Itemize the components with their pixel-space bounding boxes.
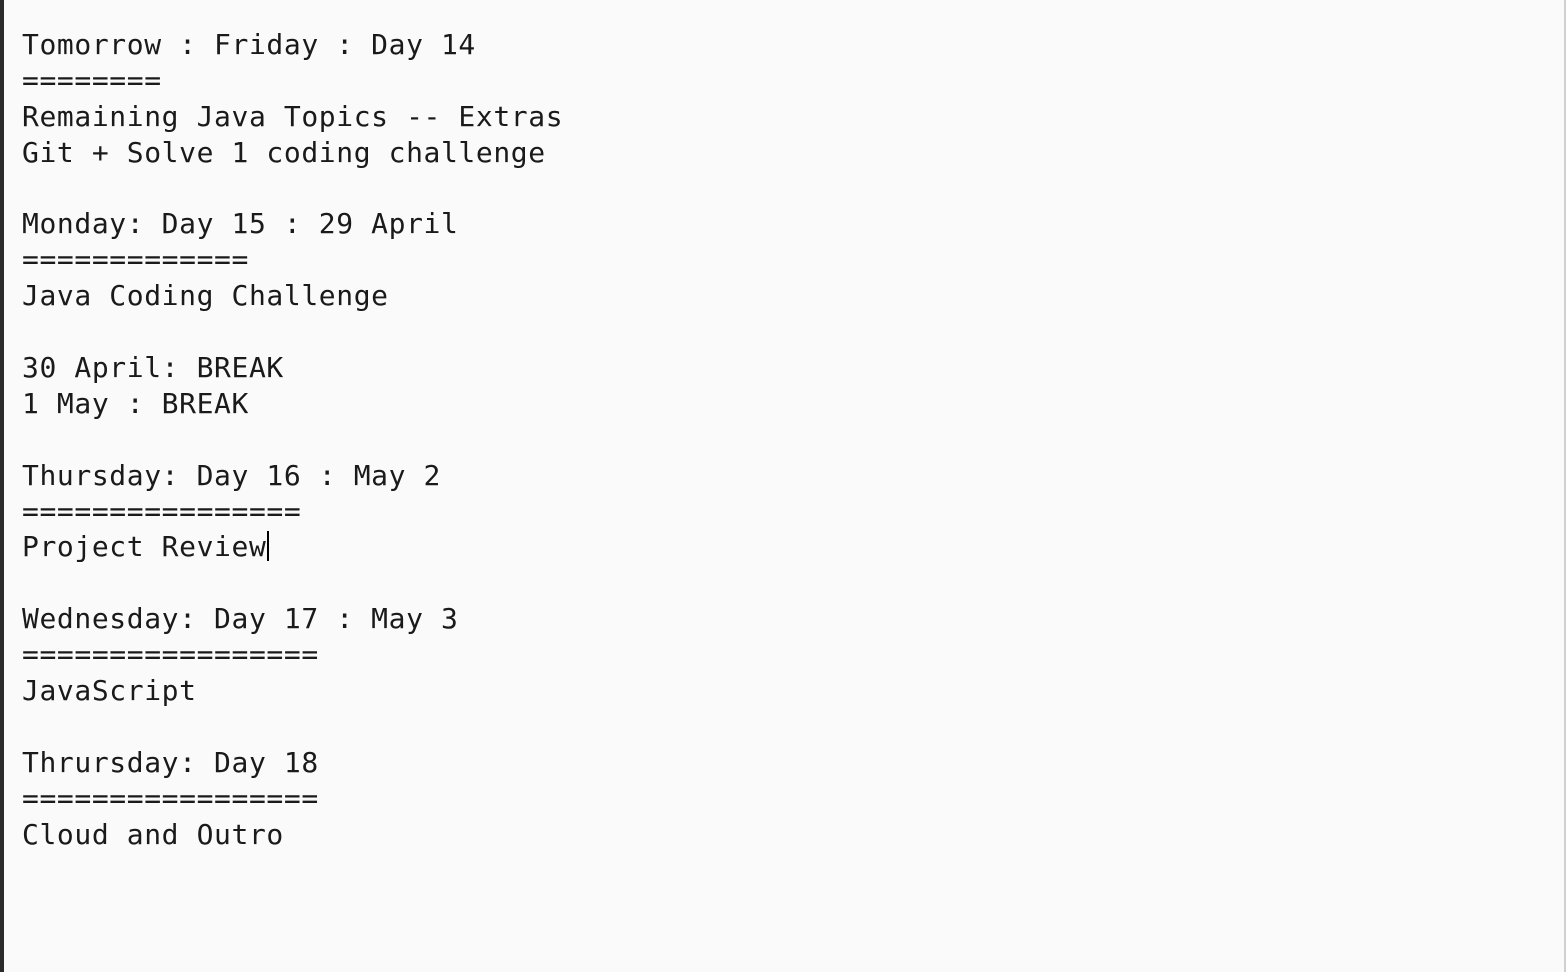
- text-line: =============: [22, 243, 249, 277]
- text-line: =================: [22, 781, 319, 815]
- text-line: Thrursday: Day 18: [22, 745, 319, 779]
- text-editor[interactable]: Tomorrow : Friday : Day 14 ======== Rema…: [4, 0, 1564, 972]
- text-line: 30 April: BREAK: [22, 351, 284, 385]
- text-line: Project Review: [22, 530, 267, 564]
- text-line: Wednesday: Day 17 : May 3: [22, 602, 459, 636]
- text-line: Remaining Java Topics -- Extras: [22, 99, 564, 133]
- text-line: [22, 709, 563, 745]
- text-line: Java Coding Challenge: [22, 279, 389, 313]
- text-line: 1 May : BREAK: [22, 386, 249, 420]
- text-line: ========: [22, 63, 162, 97]
- text-line: Cloud and Outro: [22, 817, 284, 851]
- text-cursor: [267, 531, 270, 562]
- text-line: Git + Solve 1 coding challenge: [22, 135, 546, 169]
- text-line: [22, 171, 563, 207]
- text-line: Thursday: Day 16 : May 2: [22, 458, 441, 492]
- editor-text-content[interactable]: Tomorrow : Friday : Day 14 ======== Rema…: [22, 27, 563, 852]
- text-line-with-cursor: Project Review: [22, 529, 563, 565]
- text-line: JavaScript: [22, 674, 197, 708]
- text-line: [22, 314, 563, 350]
- text-line: Monday: Day 15 : 29 April: [22, 207, 459, 241]
- text-line: Tomorrow : Friday : Day 14: [22, 28, 476, 61]
- text-line: =================: [22, 638, 319, 672]
- text-line: [22, 422, 563, 458]
- text-line: ================: [22, 494, 302, 528]
- text-line: [22, 565, 563, 601]
